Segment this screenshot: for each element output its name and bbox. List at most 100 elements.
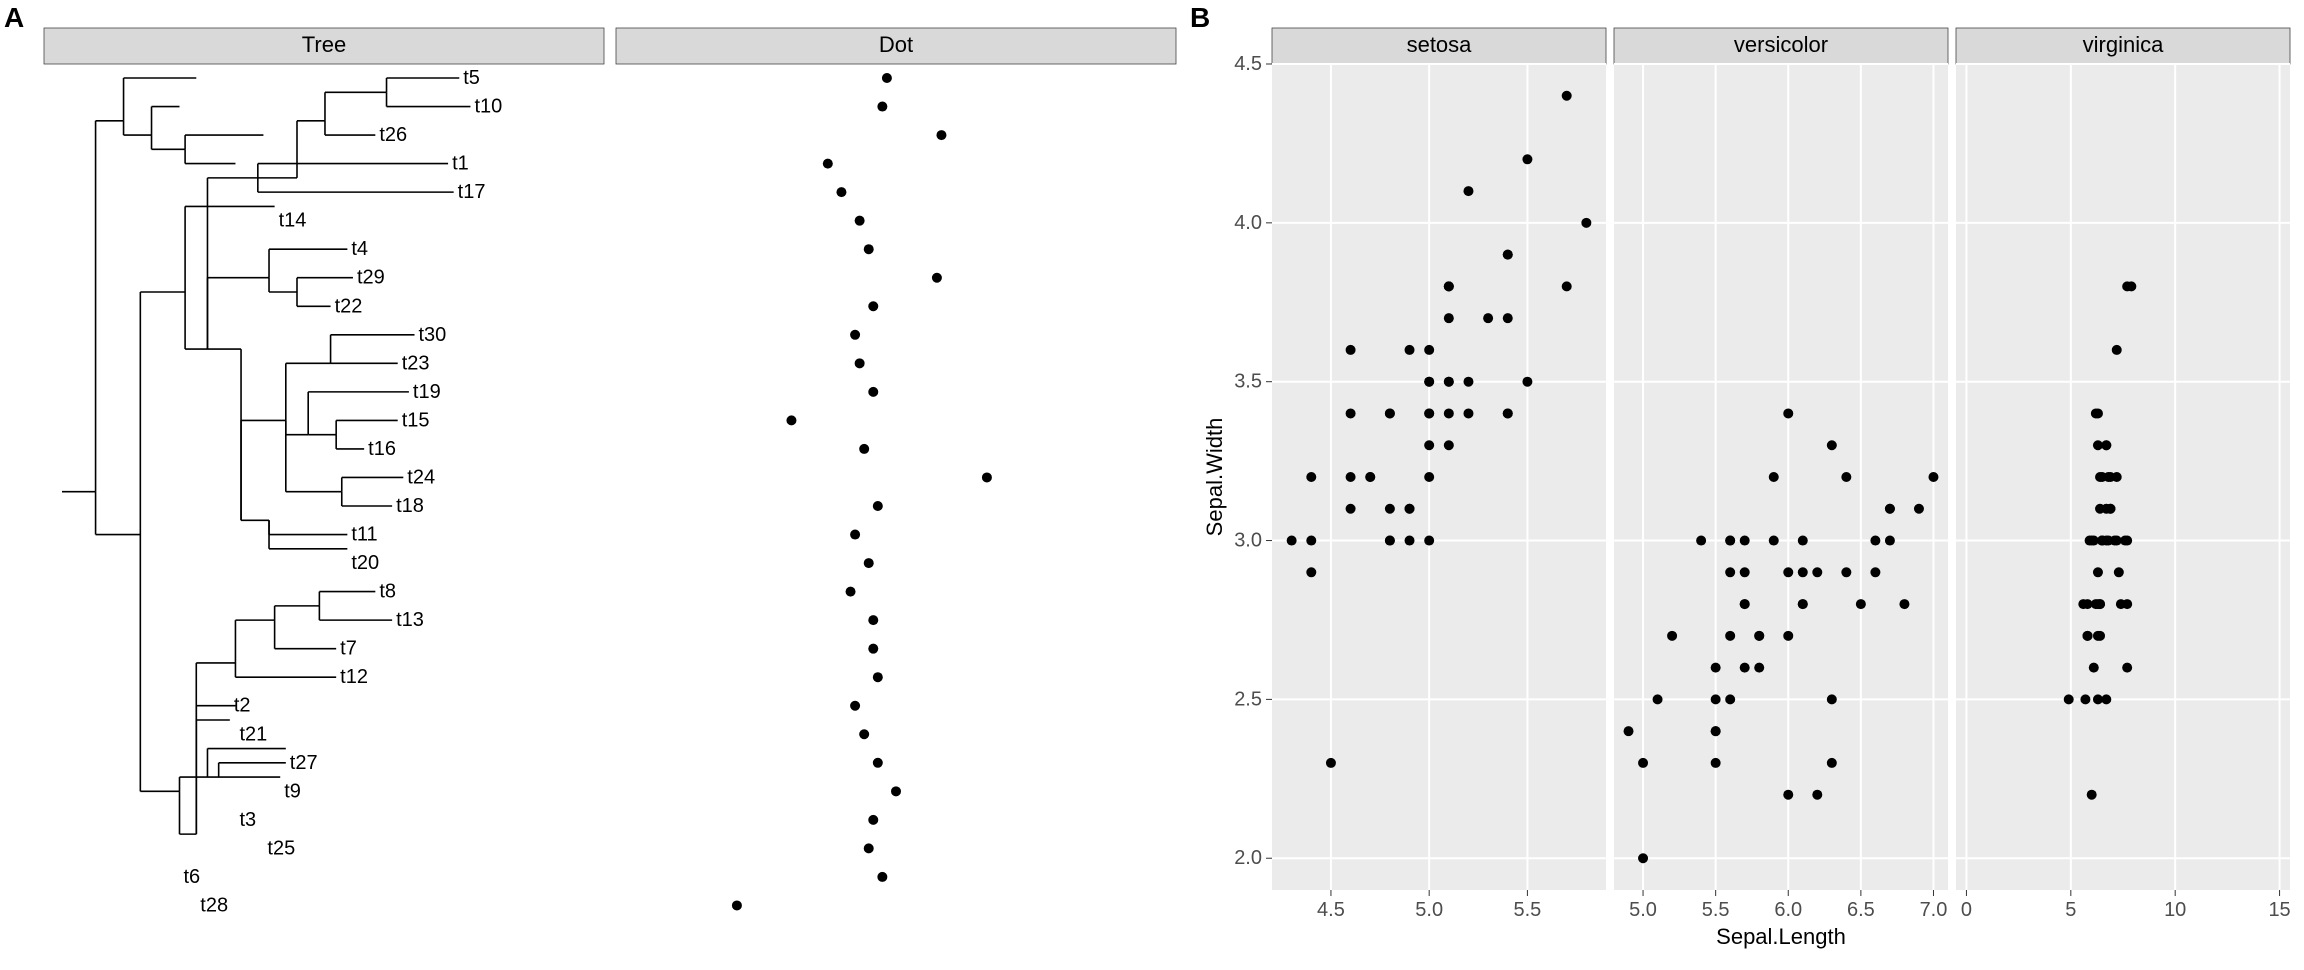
scatter-point <box>1405 504 1415 514</box>
strip-dot-label: Dot <box>879 32 913 57</box>
scatter-point <box>1841 472 1851 482</box>
tip-label: t6 <box>184 866 201 888</box>
scatter-point <box>1326 758 1336 768</box>
panel-bg <box>1272 64 1606 890</box>
scatter-point <box>2078 599 2088 609</box>
dot-point <box>864 244 874 254</box>
scatter-point <box>1483 313 1493 323</box>
scatter-point <box>1424 440 1434 450</box>
tip-label: t5 <box>463 67 480 89</box>
dot-point <box>864 558 874 568</box>
scatter-point <box>1711 694 1721 704</box>
scatter-point <box>1444 377 1454 387</box>
dot-point <box>823 159 833 169</box>
x-tick-label: 5.0 <box>1629 899 1657 921</box>
scatter-point <box>1754 663 1764 673</box>
scatter-point <box>1667 631 1677 641</box>
tip-label: t16 <box>368 438 396 460</box>
scatter-point <box>1725 536 1735 546</box>
scatter-point <box>1365 472 1375 482</box>
scatter-point <box>2093 694 2103 704</box>
tip-label: t12 <box>340 666 368 688</box>
scatter-point <box>1812 567 1822 577</box>
scatter-point <box>1463 186 1473 196</box>
x-tick-label: 5 <box>2065 899 2076 921</box>
scatter-point <box>1405 345 1415 355</box>
scatter-point <box>1444 281 1454 291</box>
dot-point <box>859 444 869 454</box>
y-tick-label: 3.5 <box>1234 371 1262 393</box>
scatter-point <box>1562 281 1572 291</box>
scatter-point <box>1769 536 1779 546</box>
tip-label: t22 <box>335 295 363 317</box>
tip-label: t3 <box>239 809 256 831</box>
scatter-point <box>1928 472 1938 482</box>
scatter-point <box>1638 853 1648 863</box>
dot-point <box>982 472 992 482</box>
tip-label: t2 <box>234 695 251 717</box>
scatter-point <box>2093 631 2103 641</box>
scatter-point <box>1444 440 1454 450</box>
scatter-point <box>1740 599 1750 609</box>
scatter-point <box>1463 377 1473 387</box>
x-axis-label: Sepal.Length <box>1716 924 1846 949</box>
scatter-point <box>1424 345 1434 355</box>
scatter-point <box>1424 472 1434 482</box>
dot-point <box>868 301 878 311</box>
tip-label: t9 <box>284 780 301 802</box>
panel-bg <box>1956 64 2290 890</box>
scatter-point <box>1522 154 1532 164</box>
scatter-point <box>1914 504 1924 514</box>
scatter-point <box>1306 567 1316 577</box>
scatter-point <box>1827 758 1837 768</box>
tip-label: t18 <box>396 495 424 517</box>
x-tick-label: 10 <box>2164 899 2186 921</box>
scatter-point <box>1725 631 1735 641</box>
x-tick-label: 6.0 <box>1774 899 1802 921</box>
y-tick-label: 2.5 <box>1234 688 1262 710</box>
scatter-point <box>2116 599 2126 609</box>
dot-point <box>877 102 887 112</box>
tip-label: t25 <box>267 837 295 859</box>
scatter-point <box>2083 631 2093 641</box>
dot-point <box>864 843 874 853</box>
panel-b-svg: Sepal.Width2.02.53.03.54.04.5setosa4.55.… <box>1200 10 2300 970</box>
x-tick-label: 5.5 <box>1514 899 1542 921</box>
tip-label: t17 <box>458 181 486 203</box>
dot-point <box>850 701 860 711</box>
scatter-point <box>1798 599 1808 609</box>
scatter-point <box>1769 472 1779 482</box>
tip-label: t29 <box>357 267 385 289</box>
scatter-point <box>2080 694 2090 704</box>
scatter-point <box>2087 790 2097 800</box>
scatter-point <box>1725 694 1735 704</box>
x-tick-label: 6.5 <box>1847 899 1875 921</box>
scatter-point <box>1827 694 1837 704</box>
dot-point <box>855 216 865 226</box>
scatter-point <box>1385 536 1395 546</box>
tip-label: t26 <box>379 124 407 146</box>
scatter-point <box>1812 790 1822 800</box>
scatter-point <box>1638 758 1648 768</box>
scatter-point <box>1783 567 1793 577</box>
panel-bg <box>1614 64 1948 890</box>
scatter-point <box>2103 472 2113 482</box>
scatter-point <box>1346 472 1356 482</box>
scatter-point <box>1562 91 1572 101</box>
scatter-point <box>2089 663 2099 673</box>
tip-label: t24 <box>407 466 435 488</box>
scatter-point <box>2064 694 2074 704</box>
scatter-point <box>1740 567 1750 577</box>
tip-label: t10 <box>474 96 502 118</box>
tip-label: t20 <box>351 552 379 574</box>
tip-label: t14 <box>279 210 307 232</box>
dot-point <box>868 815 878 825</box>
dot-point <box>846 587 856 597</box>
dot-point <box>868 644 878 654</box>
dot-point <box>873 501 883 511</box>
tip-label: t7 <box>340 638 357 660</box>
tip-label: t27 <box>290 752 318 774</box>
scatter-point <box>1856 599 1866 609</box>
scatter-point <box>1385 504 1395 514</box>
tip-label: t8 <box>379 581 396 603</box>
